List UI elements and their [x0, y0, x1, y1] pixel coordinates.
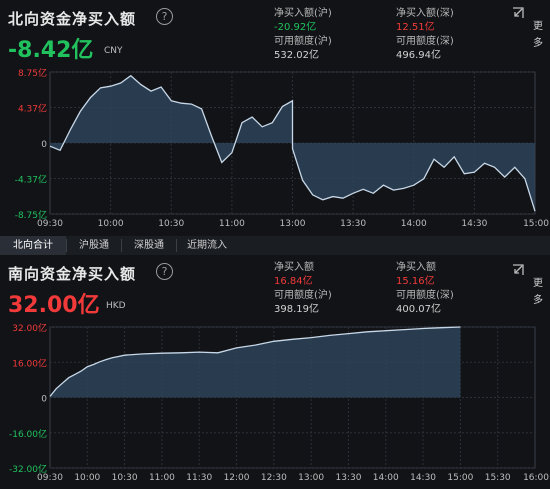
series-area	[50, 327, 461, 398]
x-tick-label: 14:00	[401, 219, 427, 229]
sz-quota-value: 496.94亿	[396, 50, 441, 61]
y-tick-label: 16.00亿	[12, 357, 47, 369]
x-tick-label: 11:30	[186, 473, 212, 483]
x-tick-label: 12:00	[224, 473, 250, 483]
southbound-chart: 32.00亿16.00亿0-16.00亿-32.00亿09:30 10:00 10:…	[9, 322, 549, 483]
x-tick-label: 13:30	[340, 219, 366, 229]
northbound-unit: CNY	[104, 46, 123, 56]
x-tick-label: 15:00	[447, 473, 473, 483]
x-tick-label: 11:00	[149, 473, 175, 483]
south-sz-net-buy-label: 净买入额	[396, 262, 436, 273]
south-sh-quota-value: 398.19亿	[274, 304, 319, 315]
southbound-net-value: 32.00亿	[8, 293, 100, 318]
question-circle-icon[interactable]: ?	[156, 263, 173, 280]
x-tick-label: 15:30	[485, 473, 511, 483]
south-sz-quota-label: 可用额度(深)	[396, 290, 454, 301]
tab-shanghai-connect[interactable]: 沪股通	[67, 236, 121, 255]
x-tick-label: 13:00	[280, 219, 306, 229]
y-tick-label: 0	[41, 140, 47, 150]
x-tick-label: 11:00	[219, 219, 245, 229]
south-sh-quota-label: 可用额度(沪)	[274, 290, 332, 301]
x-tick-label: 12:30	[261, 473, 287, 483]
south-sh-net-buy-label: 净买入额	[274, 262, 314, 273]
sh-quota-label: 可用额度(沪)	[274, 36, 332, 47]
y-tick-label: 4.37亿	[18, 103, 47, 115]
y-tick-label: -16.00亿	[9, 428, 47, 440]
y-tick-label: -4.37亿	[15, 174, 47, 186]
southbound-panel: 南向资金净买入额 ? 32.00亿 HKD 净买入额 16.84亿 净买入额 1…	[0, 255, 550, 489]
northbound-net-value: -8.42亿	[8, 38, 94, 63]
northbound-header: 北向资金净买入额 ? -8.42亿 CNY 净买入额(沪) -20.92亿 净买…	[0, 0, 550, 63]
south-sz-net-buy-value: 15.16亿	[396, 276, 435, 287]
x-tick-label: 09:30	[37, 473, 63, 483]
external-link-icon[interactable]	[511, 6, 525, 20]
x-tick-label: 09:30	[37, 219, 63, 229]
tab-recent-inflow[interactable]: 近期流入	[177, 236, 237, 255]
southbound-unit: HKD	[106, 301, 126, 311]
y-tick-label: 0	[41, 395, 47, 405]
southbound-header: 南向资金净买入额 ? 32.00亿 HKD 净买入额 16.84亿 净买入额 1…	[0, 255, 550, 318]
southbound-title: 南向资金净买入额	[8, 265, 137, 283]
sh-net-buy-value: -20.92亿	[274, 22, 317, 33]
external-link-icon[interactable]	[511, 263, 525, 277]
x-tick-label: 10:30	[112, 473, 138, 483]
x-tick-label: 10:00	[74, 473, 100, 483]
northbound-panel: 北向资金净买入额 ? -8.42亿 CNY 净买入额(沪) -20.92亿 净买…	[0, 0, 550, 236]
y-tick-label: 8.75亿	[18, 67, 47, 79]
x-tick-label: 15:00	[523, 219, 549, 229]
tab-shenzhen-connect[interactable]: 深股通	[122, 236, 176, 255]
sz-net-buy-value: 12.51亿	[396, 22, 435, 33]
northbound-title: 北向资金净买入额	[8, 10, 137, 28]
question-circle-icon[interactable]: ?	[156, 8, 173, 25]
northbound-chart: 8.75亿4.37亿0-4.37亿-8.75亿09:30 10:00 10:30 11…	[15, 67, 550, 229]
south-sh-net-buy-value: 16.84亿	[274, 276, 313, 287]
x-tick-label: 14:00	[373, 473, 399, 483]
more-button[interactable]: 更多	[533, 275, 545, 309]
tab-northbound-total[interactable]: 北向合计	[0, 236, 66, 255]
more-button[interactable]: 更多	[533, 18, 545, 52]
sz-quota-label: 可用额度(深)	[396, 36, 454, 47]
x-tick-label: 14:30	[410, 473, 436, 483]
south-sz-quota-value: 400.07亿	[396, 304, 441, 315]
x-tick-label: 13:30	[335, 473, 361, 483]
y-tick-label: 32.00亿	[12, 322, 47, 334]
sh-quota-value: 532.02亿	[274, 50, 319, 61]
x-tick-label: 10:30	[158, 219, 184, 229]
x-tick-label: 16:00	[523, 473, 549, 483]
sh-net-buy-label: 净买入额(沪)	[274, 8, 332, 19]
x-tick-label: 13:00	[298, 473, 324, 483]
x-tick-label: 14:30	[461, 219, 487, 229]
x-tick-label: 10:00	[98, 219, 124, 229]
northbound-tabs: 北向合计 沪股通 深股通 近期流入	[0, 236, 550, 255]
sz-net-buy-label: 净买入额(深)	[396, 8, 454, 19]
